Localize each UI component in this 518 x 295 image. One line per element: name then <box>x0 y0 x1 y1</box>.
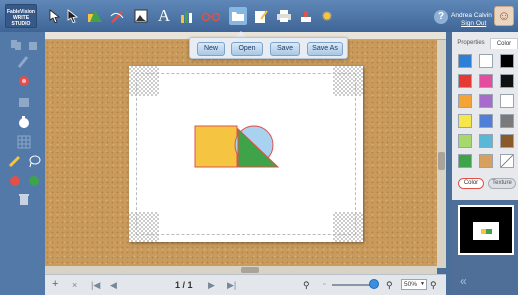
play-icon[interactable] <box>27 174 41 188</box>
color-swatch[interactable] <box>458 94 472 108</box>
left-toolbox <box>0 32 45 295</box>
open-button[interactable]: Open <box>231 42 263 56</box>
next-page-icon[interactable]: ▶ <box>208 280 215 291</box>
page-preview[interactable] <box>458 205 514 255</box>
app-logo: FableVision WRITE STUDIO <box>5 4 37 28</box>
puzzle-icon[interactable] <box>17 95 31 109</box>
first-page-icon[interactable]: |◀ <box>91 280 100 291</box>
grid-icon[interactable] <box>17 135 31 149</box>
tab-properties[interactable]: Properties <box>452 38 490 49</box>
color-swatch[interactable] <box>479 94 493 108</box>
user-name: Andrea Calvin <box>451 12 492 19</box>
zoom-min-icon: ▫ <box>323 281 326 288</box>
hand-icon[interactable] <box>17 115 31 129</box>
chevron-down-icon: ▼ <box>420 281 425 287</box>
color-swatch[interactable] <box>500 54 514 68</box>
sign-out-link[interactable]: Sign Out <box>461 20 486 27</box>
delete-page-icon[interactable]: × <box>72 280 77 290</box>
new-button[interactable]: New <box>197 42 225 56</box>
save-button[interactable]: Save <box>270 42 300 56</box>
zoom-slider-knob[interactable] <box>369 279 379 289</box>
stamp-icon[interactable] <box>297 7 315 25</box>
trash-small-icon[interactable] <box>26 38 40 52</box>
color-mode-button[interactable]: Color <box>458 178 484 189</box>
add-page-icon[interactable]: + <box>52 278 58 290</box>
color-swatch[interactable] <box>479 154 493 168</box>
zoom-in-icon[interactable]: ⚲ <box>386 280 393 291</box>
image-icon[interactable] <box>132 7 150 25</box>
glasses-icon[interactable] <box>202 7 220 25</box>
brush-icon[interactable] <box>17 55 31 69</box>
color-swatch[interactable] <box>500 74 514 88</box>
last-page-icon[interactable]: ▶| <box>227 280 236 291</box>
bottom-bar: + × |◀ ◀ 1 / 1 ▶ ▶| ⚲ ▫ ⚲ ⚲ <box>45 274 446 295</box>
pencil-icon[interactable] <box>108 7 126 25</box>
color-swatch[interactable] <box>500 154 514 168</box>
color-swatch[interactable] <box>458 134 472 148</box>
zoom-select[interactable]: 50% ▼ <box>401 279 427 290</box>
prev-page-icon[interactable]: ◀ <box>110 280 117 291</box>
color-swatch[interactable] <box>500 134 514 148</box>
file-menu: New Open Save Save As <box>189 37 348 59</box>
page-counter: 1 / 1 <box>175 280 193 290</box>
shapes-icon[interactable] <box>86 7 104 25</box>
color-swatch[interactable] <box>479 74 493 88</box>
settings-icon[interactable]: ✹ <box>318 7 336 25</box>
chart-icon[interactable] <box>178 7 196 25</box>
record-icon[interactable] <box>8 174 22 188</box>
shape-group[interactable] <box>192 124 284 170</box>
color-swatch[interactable] <box>500 114 514 128</box>
zoom-fit-icon[interactable]: ⚲ <box>430 280 437 291</box>
eyedropper-icon[interactable] <box>8 154 22 168</box>
save-as-button[interactable]: Save As <box>307 42 343 56</box>
lasso-icon[interactable] <box>27 154 41 168</box>
color-swatch[interactable] <box>458 54 472 68</box>
pointer-icon[interactable] <box>46 7 64 25</box>
collapse-icon[interactable]: « <box>460 274 467 288</box>
color-swatch[interactable] <box>458 154 472 168</box>
text-icon[interactable]: A <box>155 6 173 25</box>
copy-icon[interactable] <box>9 38 23 52</box>
zoom-out-icon[interactable]: ⚲ <box>303 280 310 291</box>
texture-mode-button[interactable]: Texture <box>488 178 516 189</box>
yellow-square[interactable] <box>194 125 238 168</box>
preview-shape <box>486 229 492 234</box>
vertical-scroll-thumb[interactable] <box>438 152 445 170</box>
tab-color[interactable]: Color <box>490 38 518 49</box>
color-swatch[interactable] <box>479 54 493 68</box>
color-swatch[interactable] <box>479 134 493 148</box>
print-icon[interactable] <box>275 7 293 25</box>
color-swatch[interactable] <box>479 114 493 128</box>
color-swatch[interactable] <box>458 114 472 128</box>
folder-icon[interactable] <box>229 7 247 25</box>
avatar[interactable]: ☺ <box>494 6 514 26</box>
zoom-slider[interactable] <box>332 284 374 286</box>
help-icon[interactable]: ? <box>434 10 448 24</box>
color-swatch[interactable] <box>458 74 472 88</box>
trash-icon[interactable] <box>17 192 31 206</box>
edit-page-icon[interactable] <box>252 7 270 25</box>
color-swatch[interactable] <box>500 94 514 108</box>
magnet-icon[interactable] <box>17 74 31 88</box>
top-toolbar: FableVision WRITE STUDIO A ✹ ? Andrea Ca… <box>0 0 518 32</box>
preview-page <box>473 222 499 240</box>
select-icon[interactable] <box>64 7 82 25</box>
horizontal-scroll-thumb[interactable] <box>241 267 259 273</box>
